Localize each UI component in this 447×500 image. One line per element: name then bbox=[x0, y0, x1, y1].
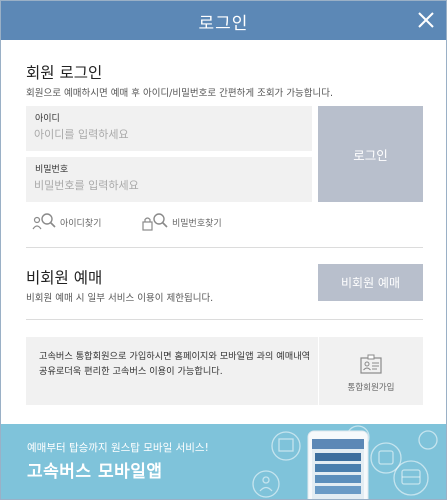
banner-title: 고속버스 모바일앱 bbox=[27, 462, 163, 482]
guest-description: 비회원 예매 시 일부 서비스 이용이 제한됩니다. bbox=[26, 293, 214, 304]
integrated-member-box: 고속버스 통합회원으로 가입하시면 홈페이지와 모바일앱 과의 예매내역 공유로… bbox=[26, 337, 423, 405]
find-id-link[interactable]: 아이디찾기 bbox=[32, 212, 101, 232]
password-field: 비밀번호 bbox=[26, 157, 312, 202]
id-card-icon bbox=[360, 354, 382, 374]
find-password-label: 비밀번호찾기 bbox=[172, 218, 222, 229]
id-field-label: 아이디 bbox=[35, 114, 60, 124]
find-password-link[interactable]: 비밀번호찾기 bbox=[142, 212, 222, 232]
close-button[interactable] bbox=[414, 8, 438, 32]
guest-reservation-button[interactable]: 비회원 예매 bbox=[318, 264, 423, 301]
modal-title: 로그인 bbox=[198, 14, 249, 34]
integrated-join-button[interactable]: 통합회원가입 bbox=[319, 337, 423, 405]
section-divider bbox=[26, 247, 423, 248]
guest-title: 비회원 예매 bbox=[26, 269, 103, 287]
section-divider bbox=[26, 319, 423, 320]
id-input[interactable] bbox=[34, 124, 299, 144]
phone-app-icon bbox=[307, 430, 369, 499]
integrated-member-text: 고속버스 통합회원으로 가입하시면 홈페이지와 모바일앱 과의 예매내역 공유로… bbox=[39, 351, 311, 377]
integrated-join-label: 통합회원가입 bbox=[347, 383, 395, 393]
login-button[interactable]: 로그인 bbox=[318, 106, 423, 202]
id-field: 아이디 bbox=[26, 106, 312, 151]
banner-decoration-icons bbox=[252, 425, 438, 499]
lock-search-icon bbox=[142, 213, 168, 231]
find-id-label: 아이디찾기 bbox=[60, 218, 102, 229]
password-input[interactable] bbox=[34, 175, 299, 195]
modal-header: 로그인 bbox=[1, 1, 446, 40]
password-field-label: 비밀번호 bbox=[35, 165, 69, 175]
person-search-icon bbox=[32, 213, 56, 230]
banner-subtitle: 예매부터 탑승까지 원스탑 모바일 서비스! bbox=[27, 442, 209, 454]
member-login-description: 회원으로 예매하시면 예매 후 아이디/비밀번호로 간편하게 조회가 가능합니다… bbox=[26, 88, 334, 99]
close-icon bbox=[418, 12, 434, 28]
mobile-app-banner[interactable]: 예매부터 탑승까지 원스탑 모바일 서비스! 고속버스 모바일앱 bbox=[1, 424, 446, 499]
member-login-title: 회원 로그인 bbox=[26, 64, 103, 82]
login-modal: 로그인 회원 로그인 회원으로 예매하시면 예매 후 아이디/비밀번호로 간편하… bbox=[0, 0, 447, 500]
